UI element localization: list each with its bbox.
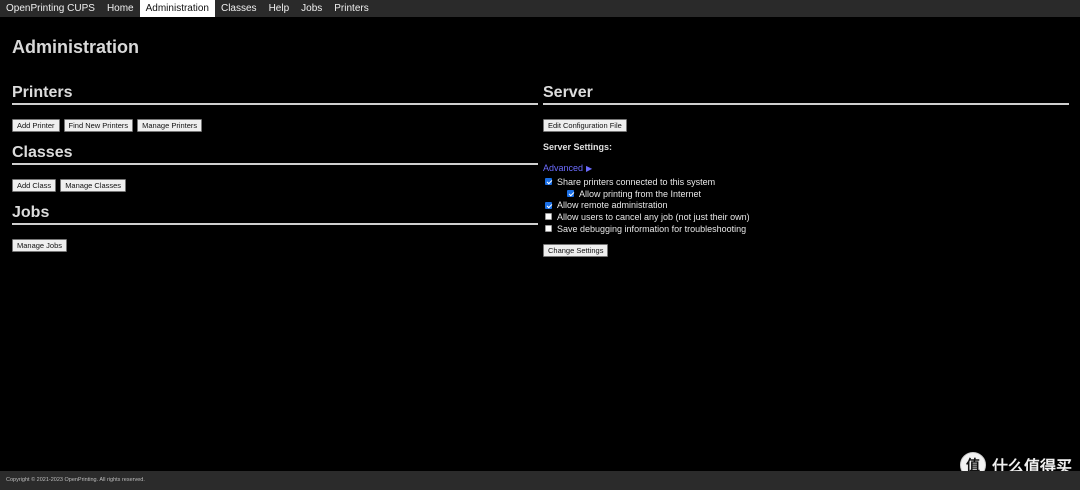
option-share-printers: Share printers connected to this system xyxy=(543,176,1069,188)
change-settings-row: Change Settings xyxy=(543,240,1069,258)
footer: Copyright © 2021-2023 OpenPrinting. All … xyxy=(0,471,1080,490)
option-label: Allow printing from the Internet xyxy=(579,188,702,199)
option-save-debug-info: Save debugging information for troublesh… xyxy=(543,223,1069,235)
edit-configuration-file-button[interactable]: Edit Configuration File xyxy=(543,119,627,132)
classes-heading: Classes xyxy=(12,144,538,165)
manage-printers-button[interactable]: Manage Printers xyxy=(137,119,203,132)
add-printer-button[interactable]: Add Printer xyxy=(12,119,60,132)
advanced-link[interactable]: Advanced ▶ xyxy=(543,163,592,173)
server-heading: Server xyxy=(543,84,1069,105)
option-label: Save debugging information for troublesh… xyxy=(557,223,747,234)
option-label: Allow users to cancel any job (not just … xyxy=(557,211,750,222)
jobs-section: Jobs Manage Jobs xyxy=(12,204,538,252)
checkbox-allow-cancel-any-job[interactable] xyxy=(545,213,552,221)
option-label: Allow remote administration xyxy=(557,200,668,211)
find-new-printers-button[interactable]: Find New Printers xyxy=(63,119,134,132)
nav-item-administration[interactable]: Administration xyxy=(139,0,215,17)
printers-heading: Printers xyxy=(12,84,538,105)
option-allow-cancel-any-job: Allow users to cancel any job (not just … xyxy=(543,211,1069,223)
nav-brand[interactable]: OpenPrinting CUPS xyxy=(0,0,101,17)
manage-jobs-button[interactable]: Manage Jobs xyxy=(12,239,68,252)
nav-item-classes[interactable]: Classes xyxy=(215,0,263,17)
printers-buttons: Add Printer Find New Printers Manage Pri… xyxy=(12,119,538,132)
classes-buttons: Add Class Manage Classes xyxy=(12,179,538,192)
checkbox-save-debug-info[interactable] xyxy=(545,225,552,233)
page: OpenPrinting CUPS Home Administration Cl… xyxy=(0,0,1080,490)
jobs-buttons: Manage Jobs xyxy=(12,239,538,252)
add-class-button[interactable]: Add Class xyxy=(12,179,57,192)
classes-section: Classes Add Class Manage Classes xyxy=(12,144,538,192)
server-settings-label: Server Settings: xyxy=(543,142,613,152)
option-allow-internet-printing: Allow printing from the Internet xyxy=(543,188,1069,200)
footer-copyright: Copyright © 2021-2023 OpenPrinting. All … xyxy=(6,477,145,483)
option-label: Share printers connected to this system xyxy=(557,176,716,187)
nav-item-home[interactable]: Home xyxy=(101,0,140,17)
change-settings-button[interactable]: Change Settings xyxy=(543,244,609,258)
top-nav: OpenPrinting CUPS Home Administration Cl… xyxy=(0,0,1080,17)
nav-item-jobs[interactable]: Jobs xyxy=(295,0,328,17)
manage-classes-button[interactable]: Manage Classes xyxy=(60,179,127,192)
server-buttons: Edit Configuration File xyxy=(543,119,1069,132)
right-column: Server Edit Configuration File Server Se… xyxy=(543,84,1069,258)
checkbox-allow-internet-printing[interactable] xyxy=(567,190,574,198)
printers-section: Printers Add Printer Find New Printers M… xyxy=(12,84,538,132)
triangle-right-icon: ▶ xyxy=(586,163,593,173)
page-title: Administration xyxy=(12,37,140,57)
advanced-link-label: Advanced xyxy=(543,163,584,173)
jobs-heading: Jobs xyxy=(12,204,538,225)
checkbox-allow-remote-admin[interactable] xyxy=(545,201,552,209)
server-options: Share printers connected to this system … xyxy=(543,176,1069,234)
nav-item-help[interactable]: Help xyxy=(263,0,296,17)
left-column: Printers Add Printer Find New Printers M… xyxy=(12,84,538,264)
option-allow-remote-admin: Allow remote administration xyxy=(543,199,1069,211)
nav-item-printers[interactable]: Printers xyxy=(328,0,374,17)
checkbox-share-printers[interactable] xyxy=(545,178,552,186)
